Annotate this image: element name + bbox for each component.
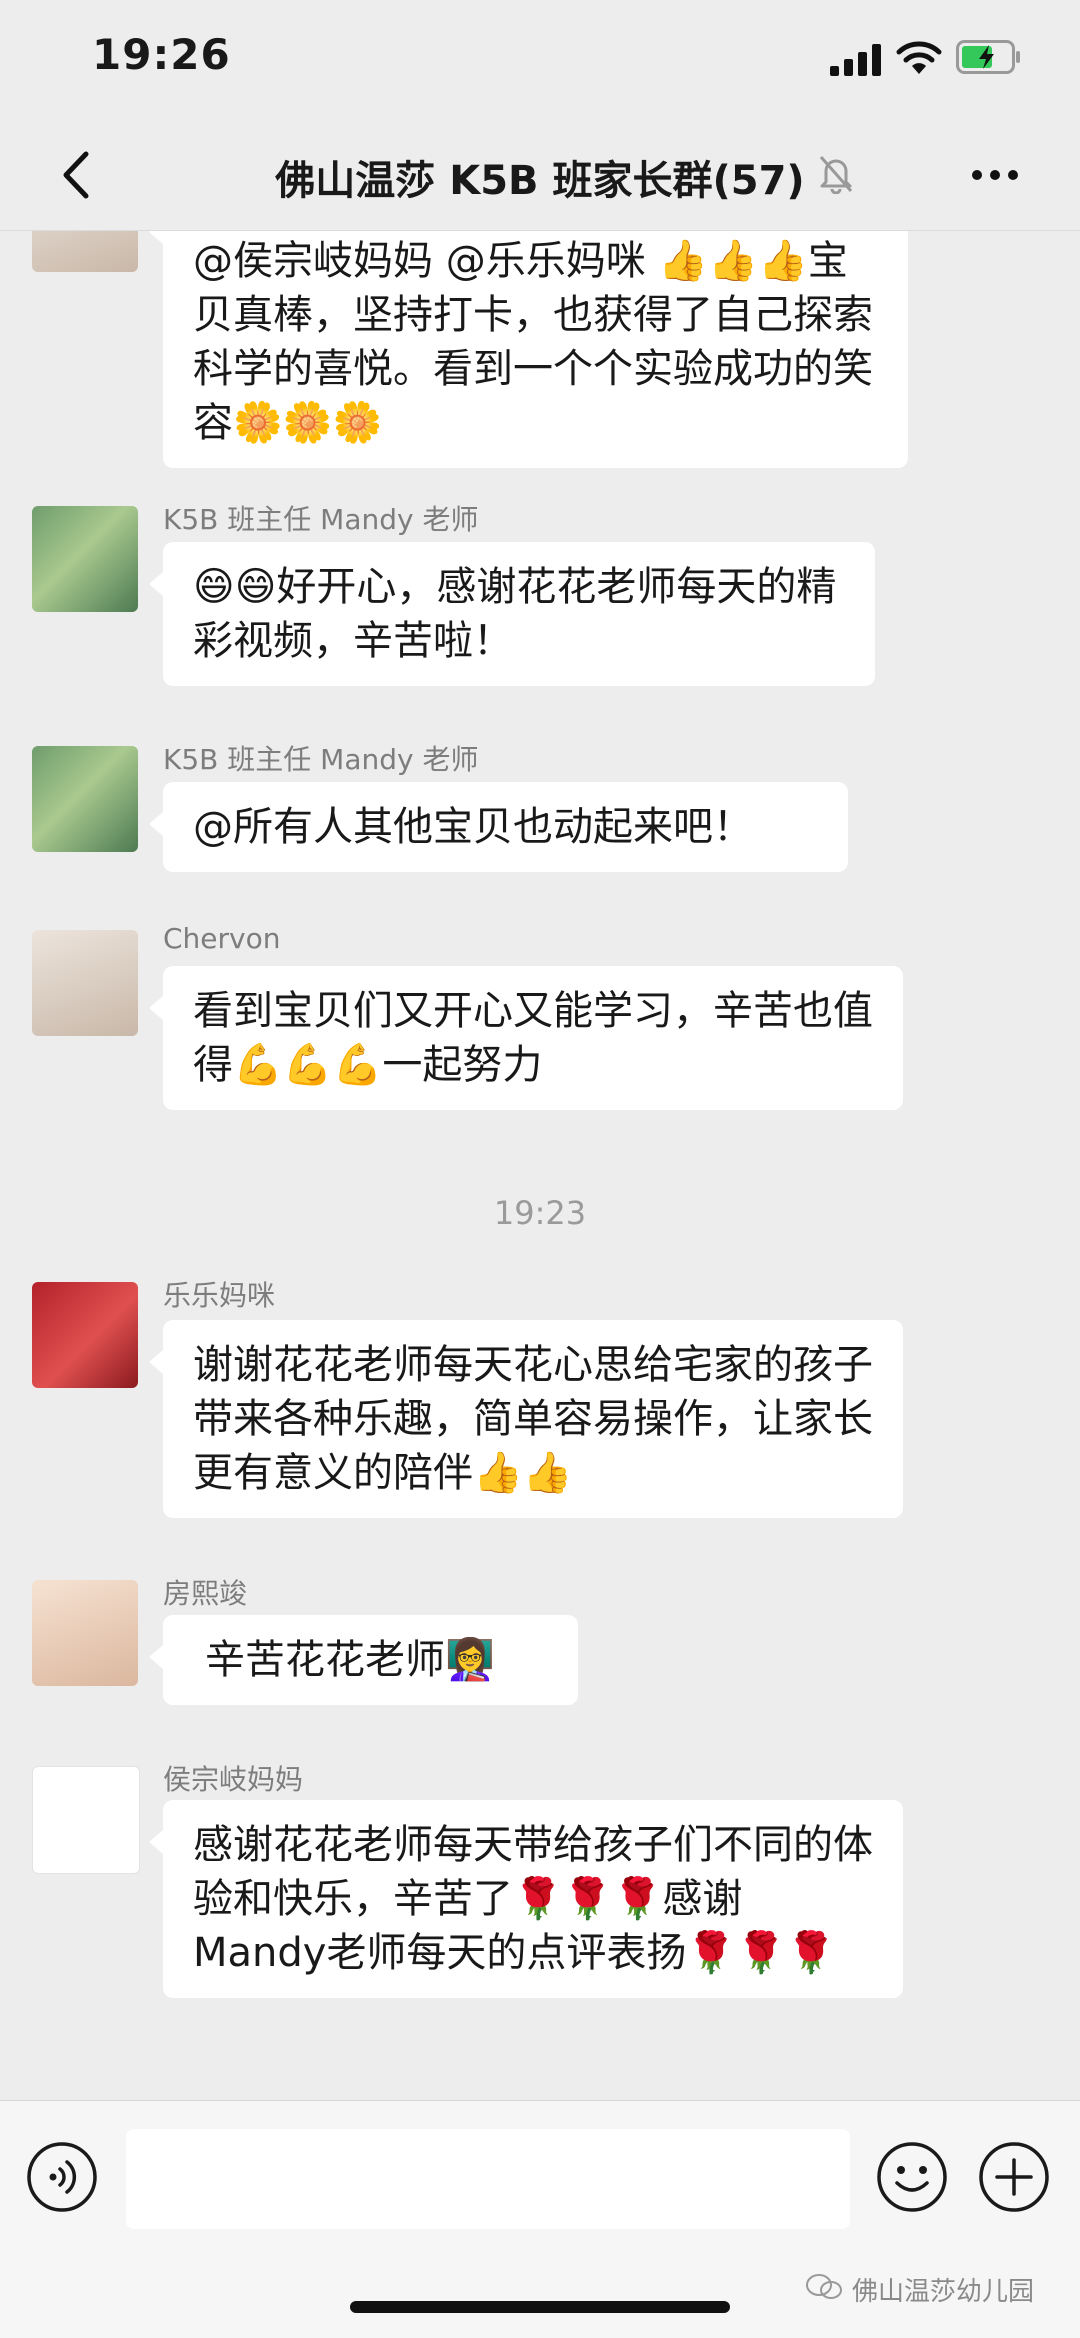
- avatar[interactable]: [32, 506, 138, 612]
- watermark-text: 佛山温莎幼儿园: [852, 2277, 1035, 2307]
- message-input[interactable]: [126, 2129, 850, 2229]
- group-title: 佛山温莎 K5B 班家长群(57): [275, 158, 805, 204]
- sender-name: 乐乐妈咪: [163, 1279, 276, 1312]
- sender-name: Chervon: [163, 922, 281, 955]
- message-bubble[interactable]: 辛苦花花老师👩‍🏫: [149, 1615, 578, 1705]
- wifi-icon: [896, 41, 942, 74]
- mute-bell-icon: [819, 156, 853, 194]
- home-indicator: [350, 2301, 730, 2313]
- message-bubble[interactable]: 感谢花花老师每天带给孩子们不同的体验和快乐，辛苦了🌹🌹🌹感谢Mandy老师每天的…: [149, 1800, 903, 1998]
- sender-name: K5B 班主任 Mandy 老师: [163, 743, 479, 776]
- nav-bar: 佛山温莎 K5B 班家长群(57): [0, 120, 1080, 231]
- message-bubble[interactable]: @所有人其他宝贝也动起来吧！: [149, 782, 848, 872]
- sender-name: K5B 班主任 Mandy 老师: [163, 503, 479, 536]
- voice-input-icon[interactable]: [26, 2141, 98, 2213]
- message-bubble[interactable]: @侯宗岐妈妈 @乐乐妈咪 👍👍👍宝贝真棒，坚持打卡，也获得了自己探索科学的喜悦。…: [149, 230, 908, 468]
- signal-icon: [830, 44, 881, 76]
- avatar[interactable]: [32, 746, 138, 852]
- sender-name: 侯宗岐妈妈: [163, 1763, 304, 1796]
- avatar[interactable]: [32, 1766, 140, 1874]
- status-bar: 19:26: [0, 0, 1080, 120]
- avatar[interactable]: [32, 930, 138, 1036]
- avatar[interactable]: [32, 1282, 138, 1388]
- message-bubble[interactable]: 😄😄好开心，感谢花花老师每天的精彩视频，辛苦啦！: [149, 542, 875, 686]
- avatar[interactable]: [32, 1580, 138, 1686]
- add-more-icon[interactable]: [978, 2141, 1050, 2213]
- timestamp: 19:23: [493, 1194, 587, 1232]
- input-bar: 佛山温莎幼儿园: [0, 2100, 1080, 2338]
- avatar[interactable]: [32, 230, 138, 272]
- status-time: 19:26: [92, 30, 231, 79]
- more-options-icon[interactable]: [965, 150, 1025, 200]
- message-bubble[interactable]: 看到宝贝们又开心又能学习，辛苦也值得💪💪💪一起努力: [149, 966, 903, 1110]
- sender-name: 房熙竣: [163, 1577, 248, 1610]
- emoji-icon[interactable]: [876, 2141, 948, 2213]
- battery-charging-icon: [956, 40, 1020, 74]
- wechat-logo-icon: [806, 2274, 842, 2299]
- chat-message-list[interactable]: @侯宗岐妈妈 @乐乐妈咪 👍👍👍宝贝真棒，坚持打卡，也获得了自己探索科学的喜悦。…: [0, 230, 1080, 2100]
- message-bubble[interactable]: 谢谢花花老师每天花心思给宅家的孩子带来各种乐趣，简单容易操作，让家长更有意义的陪…: [149, 1320, 903, 1518]
